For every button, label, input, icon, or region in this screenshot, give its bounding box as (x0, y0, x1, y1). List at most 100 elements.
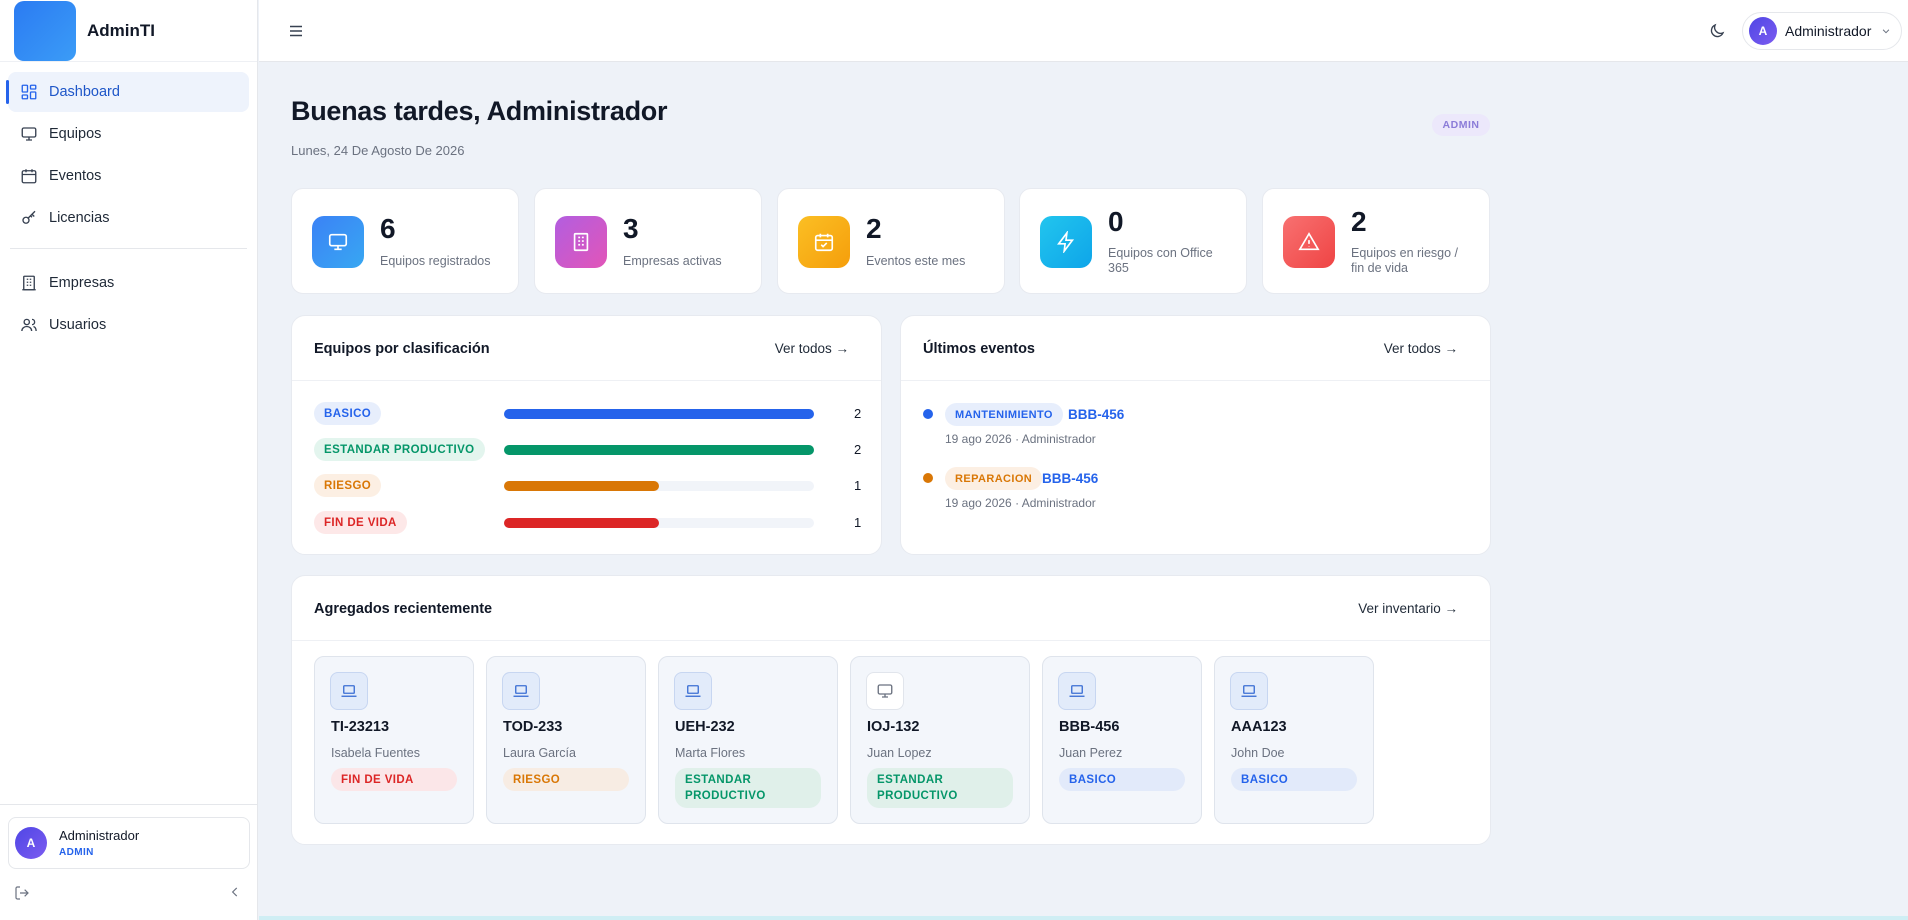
sidebar-item-eventos[interactable]: Eventos (8, 156, 249, 196)
card-header: Últimos eventos Ver todos → (901, 316, 1490, 381)
card-header: Equipos por clasificación Ver todos → (292, 316, 881, 381)
sidebar-item-equipos[interactable]: Equipos (8, 114, 249, 154)
view-all-link[interactable]: Ver todos → (775, 341, 849, 356)
status-badge: BASICO (1231, 768, 1357, 791)
monitor-icon (21, 127, 37, 141)
dashboard-icon (21, 84, 37, 100)
laptop-icon (685, 685, 701, 697)
sidebar-item-usuarios[interactable]: Usuarios (8, 305, 249, 345)
equipment-code: IOJ-132 (867, 719, 920, 735)
sidebar-item-empresas[interactable]: Empresas (8, 263, 249, 303)
recent-equipment-tile[interactable]: TOD-233 Laura García RIESGO (486, 656, 646, 824)
classification-card: Equipos por clasificación Ver todos → BA… (291, 315, 882, 555)
stat-icon-box (1283, 216, 1335, 268)
class-count: 1 (854, 478, 862, 493)
status-badge: FIN DE VIDA (331, 768, 457, 791)
tile-icon-box (866, 672, 904, 710)
sidebar-item-dashboard[interactable]: Dashboard (6, 72, 249, 112)
stat-card-empresas[interactable]: 3 Empresas activas (534, 188, 762, 294)
equipment-code: UEH-232 (675, 719, 735, 735)
event-dot (923, 409, 933, 419)
bar-track (504, 481, 814, 491)
current-date: Lunes, 24 De Agosto De 2026 (291, 143, 465, 158)
chevron-left-icon[interactable] (228, 885, 242, 899)
stat-label: Equipos con Office 365 (1108, 246, 1213, 275)
stat-label: Empresas activas (623, 254, 722, 268)
stat-card-office[interactable]: 0 Equipos con Office 365 (1019, 188, 1247, 294)
event-type-badge: REPARACION (945, 467, 1043, 490)
status-badge: ESTANDAR PRODUCTIVO (867, 768, 1013, 808)
avatar: A (15, 827, 47, 859)
event-item[interactable]: REPARACION BBB-456 19 ago 2026 · Adminis… (923, 467, 1443, 519)
recent-equipment-tile[interactable]: UEH-232 Marta Flores ESTANDAR PRODUCTIVO (658, 656, 838, 824)
stat-label: Equipos en riesgo / fin de vida (1351, 246, 1459, 275)
tile-icon-box (502, 672, 540, 710)
user-name: Administrador (59, 828, 140, 843)
calendar-icon (21, 169, 37, 184)
class-count: 2 (854, 442, 862, 457)
event-item[interactable]: MANTENIMIENTO BBB-456 19 ago 2026 · Admi… (923, 403, 1443, 455)
equipment-code: BBB-456 (1059, 719, 1120, 735)
equipment-owner: Laura García (503, 746, 576, 760)
key-icon (22, 210, 36, 224)
building-icon (22, 275, 36, 291)
bar-fill (504, 481, 659, 491)
menu-icon[interactable] (287, 22, 305, 40)
recent-equipment-tile[interactable]: BBB-456 Juan Perez BASICO (1042, 656, 1202, 824)
bar-track (504, 518, 814, 528)
bar-fill (504, 445, 814, 455)
card-title: Agregados recientemente (314, 601, 493, 617)
tile-icon-box (674, 672, 712, 710)
class-badge: ESTANDAR PRODUCTIVO (314, 438, 485, 461)
class-badge: RIESGO (314, 474, 382, 497)
recent-equipment-tile[interactable]: AAA123 John Doe BASICO (1214, 656, 1374, 824)
topbar: A Administrador (259, 0, 1908, 62)
event-equipment-link[interactable]: BBB-456 (1068, 407, 1124, 422)
sidebar-item-licencias[interactable]: Licencias (8, 198, 249, 238)
calendar-icon (814, 233, 834, 252)
stat-card-eventos[interactable]: 2 Eventos este mes (777, 188, 1005, 294)
brand[interactable]: AdminTI (0, 0, 257, 62)
warning-icon (1298, 232, 1320, 251)
recent-equipment-tile[interactable]: TI-23213 Isabela Fuentes FIN DE VIDA (314, 656, 474, 824)
stat-card-equipos[interactable]: 6 Equipos registrados (291, 188, 519, 294)
sidebar-item-label: Dashboard (49, 84, 120, 100)
card-title: Últimos eventos (923, 341, 1035, 357)
sidebar-footer-divider (0, 804, 258, 805)
role-badge: ADMIN (1432, 114, 1490, 136)
tile-icon-box (1230, 672, 1268, 710)
equipment-owner: Juan Perez (1059, 746, 1123, 760)
sidebar-user-card[interactable]: A Administrador ADMIN (8, 817, 250, 869)
user-name: Administrador (1785, 23, 1872, 39)
stat-icon-box (312, 216, 364, 268)
stat-value: 6 (380, 213, 396, 244)
sidebar-item-label: Usuarios (49, 317, 107, 333)
logout-icon[interactable] (14, 885, 30, 901)
chevron-down-icon (1883, 29, 1890, 34)
equipment-code: TOD-233 (503, 719, 563, 735)
view-inventory-link[interactable]: Ver inventario → (1358, 601, 1458, 616)
classification-row: RIESGO 1 (314, 474, 862, 498)
card-title: Equipos por clasificación (314, 341, 490, 357)
sidebar-item-label: Equipos (49, 126, 102, 142)
event-type-badge: MANTENIMIENTO (945, 403, 1063, 426)
class-count: 1 (854, 515, 862, 530)
event-equipment-link[interactable]: BBB-456 (1042, 471, 1098, 486)
card-header: Agregados recientemente Ver inventario → (292, 576, 1490, 641)
stat-value: 2 (866, 213, 882, 244)
building-icon (573, 232, 589, 252)
user-menu-button[interactable]: A Administrador (1742, 12, 1902, 50)
recent-equipment-tile[interactable]: IOJ-132 Juan Lopez ESTANDAR PRODUCTIVO (850, 656, 1030, 824)
bar-track (504, 445, 814, 455)
stat-card-riesgo[interactable]: 2 Equipos en riesgo / fin de vida (1262, 188, 1490, 294)
equipment-code: AAA123 (1231, 719, 1287, 735)
stat-value: 0 (1108, 206, 1124, 237)
user-role: ADMIN (59, 847, 94, 858)
status-badge: ESTANDAR PRODUCTIVO (675, 768, 821, 808)
stat-icon-box (798, 216, 850, 268)
users-icon (21, 318, 37, 332)
view-all-link[interactable]: Ver todos → (1384, 341, 1458, 356)
stat-value: 3 (623, 213, 639, 244)
bolt-icon (1057, 231, 1075, 253)
moon-icon[interactable] (1708, 22, 1726, 40)
